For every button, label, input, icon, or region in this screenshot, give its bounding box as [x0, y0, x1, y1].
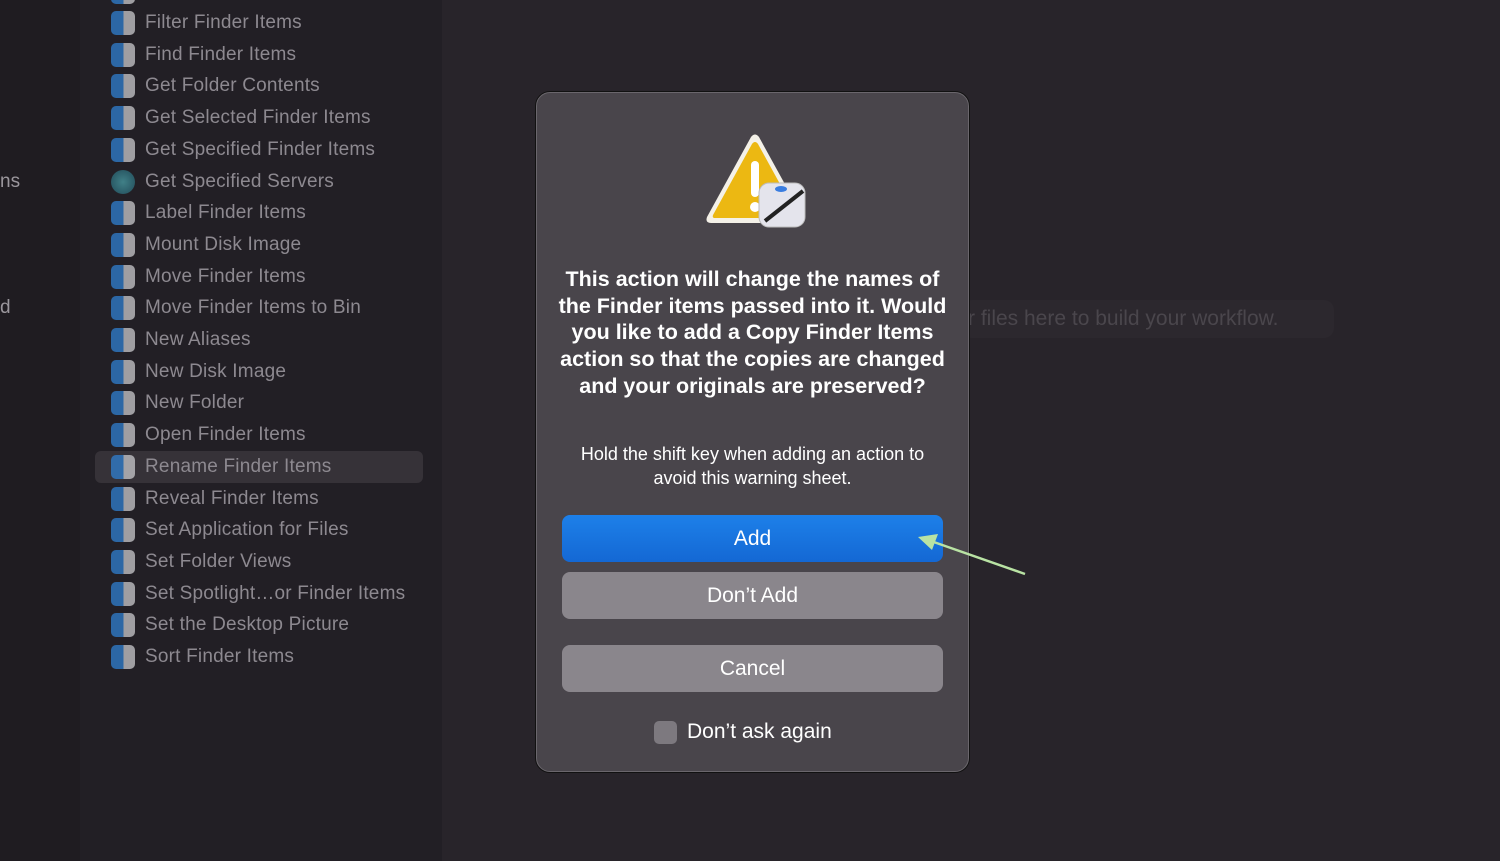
sidebar-item-label: New Folder	[145, 392, 245, 414]
finder-icon	[111, 201, 135, 226]
finder-icon	[111, 645, 135, 669]
sidebar-item[interactable]: Set the Desktop Picture	[95, 609, 423, 641]
sidebar-item[interactable]: New Aliases	[95, 324, 423, 356]
sidebar-item-label: Set Spotlight…or Finder Items	[145, 582, 406, 604]
finder-icon	[111, 486, 135, 511]
sidebar-item[interactable]: Label Finder Items	[95, 197, 423, 229]
sidebar-item[interactable]: Move Finder Items	[95, 261, 423, 293]
dont-ask-again-checkbox[interactable]: Don’t ask again	[654, 720, 832, 744]
finder-icon	[111, 137, 135, 162]
sidebar-item[interactable]: New Disk Image	[95, 356, 423, 388]
finder-icon	[111, 42, 135, 67]
sidebar-item[interactable]: Sort Finder Items	[95, 641, 423, 673]
sidebar-item[interactable]: Find Finder Items	[95, 39, 423, 71]
sidebar-item[interactable]: Mount Disk Image	[95, 229, 423, 261]
checkbox-box[interactable]	[654, 720, 677, 744]
add-button[interactable]: Add	[562, 515, 943, 562]
sidebar-item-label: Rename Finder Items	[145, 455, 332, 477]
sidebar-item-label: Find Finder Items	[145, 43, 297, 65]
finder-icon	[111, 581, 135, 606]
finder-icon	[111, 232, 135, 257]
warning-automator-icon	[706, 134, 806, 228]
finder-icon	[111, 11, 135, 35]
sidebar-item[interactable]: Get Selected Finder Items	[95, 102, 423, 134]
globe-icon	[111, 169, 135, 194]
sidebar-item[interactable]: Get Specified Finder Items	[95, 134, 423, 166]
sidebar-item-label: Sort Finder Items	[145, 646, 295, 667]
finder-icon	[111, 296, 135, 321]
sidebar-item[interactable]: Filter Finder Items	[95, 7, 423, 39]
dont-add-button[interactable]: Don’t Add	[562, 572, 943, 619]
sidebar-item[interactable]: Move Finder Items to Bin	[95, 292, 423, 324]
finder-icon	[111, 359, 135, 384]
sidebar-item-label: Filter Finder Items	[145, 12, 302, 33]
action-list: Filter Finder Items Find Finder Items Get …	[80, 0, 442, 861]
sidebar-item[interactable]: New Folder	[95, 387, 423, 419]
sidebar-item-label: New Disk Image	[145, 360, 287, 382]
checkbox-label: Don’t ask again	[687, 720, 832, 743]
finder-icon	[111, 391, 135, 416]
finder-icon	[111, 518, 135, 543]
sidebar-item[interactable]: Set Application for Files	[95, 514, 423, 546]
sidebar-item-label: Set Application for Files	[145, 519, 349, 541]
sidebar-item-label: Get Folder Contents	[145, 75, 320, 97]
sidebar-item[interactable]: Reveal Finder Items	[95, 483, 423, 515]
sidebar-item[interactable]: Get Folder Contents	[95, 70, 423, 102]
sidebar-item[interactable]: Set Spotlight…or Finder Items	[95, 578, 423, 610]
sidebar-item[interactable]: Set Folder Views	[95, 546, 423, 578]
sidebar-item-label: New Aliases	[145, 329, 251, 350]
left-fragment: ns	[0, 171, 21, 192]
alert-message: This action will change the names of the…	[558, 267, 947, 398]
finder-icon	[111, 454, 135, 479]
left-fragment: d	[0, 297, 11, 318]
sidebar-item-label: Reveal Finder Items	[145, 487, 319, 509]
finder-icon	[111, 106, 135, 131]
sidebar-item-label: Open Finder Items	[145, 424, 306, 446]
finder-icon	[111, 0, 135, 4]
sidebar-item-label: Label Finder Items	[145, 202, 306, 224]
sidebar-item-label: Get Selected Finder Items	[145, 107, 371, 129]
finder-icon	[111, 264, 135, 289]
sidebar-item-label: Set the Desktop Picture	[145, 614, 350, 636]
finder-icon	[111, 613, 135, 638]
finder-icon	[111, 74, 135, 99]
sidebar-item-label: Mount Disk Image	[145, 233, 302, 255]
finder-icon	[111, 549, 135, 574]
sidebar-item-label: Get Specified Finder Items	[145, 138, 376, 160]
sidebar-item-label: Get Specified Servers	[145, 170, 335, 192]
finder-icon	[111, 328, 135, 352]
cancel-button[interactable]: Cancel	[562, 645, 943, 692]
sidebar-item[interactable]: Open Finder Items	[95, 419, 423, 451]
sidebar-item-label: Set Folder Views	[145, 550, 292, 572]
left-column: ns d	[0, 0, 80, 861]
sidebar-item[interactable]: Rename Finder Items	[95, 450, 423, 483]
workflow-drop-area: r files here to build your workflow.	[962, 300, 1334, 338]
sidebar-item-label: Move Finder Items to Bin	[145, 297, 361, 319]
alert-informative-text: Hold the shift key when adding an action…	[580, 444, 925, 488]
finder-icon	[111, 423, 135, 448]
sidebar-item[interactable]: Get Specified Servers	[95, 166, 423, 198]
warning-sheet: This action will change the names of the…	[536, 92, 969, 772]
sidebar-item-label: Move Finder Items	[145, 265, 306, 287]
